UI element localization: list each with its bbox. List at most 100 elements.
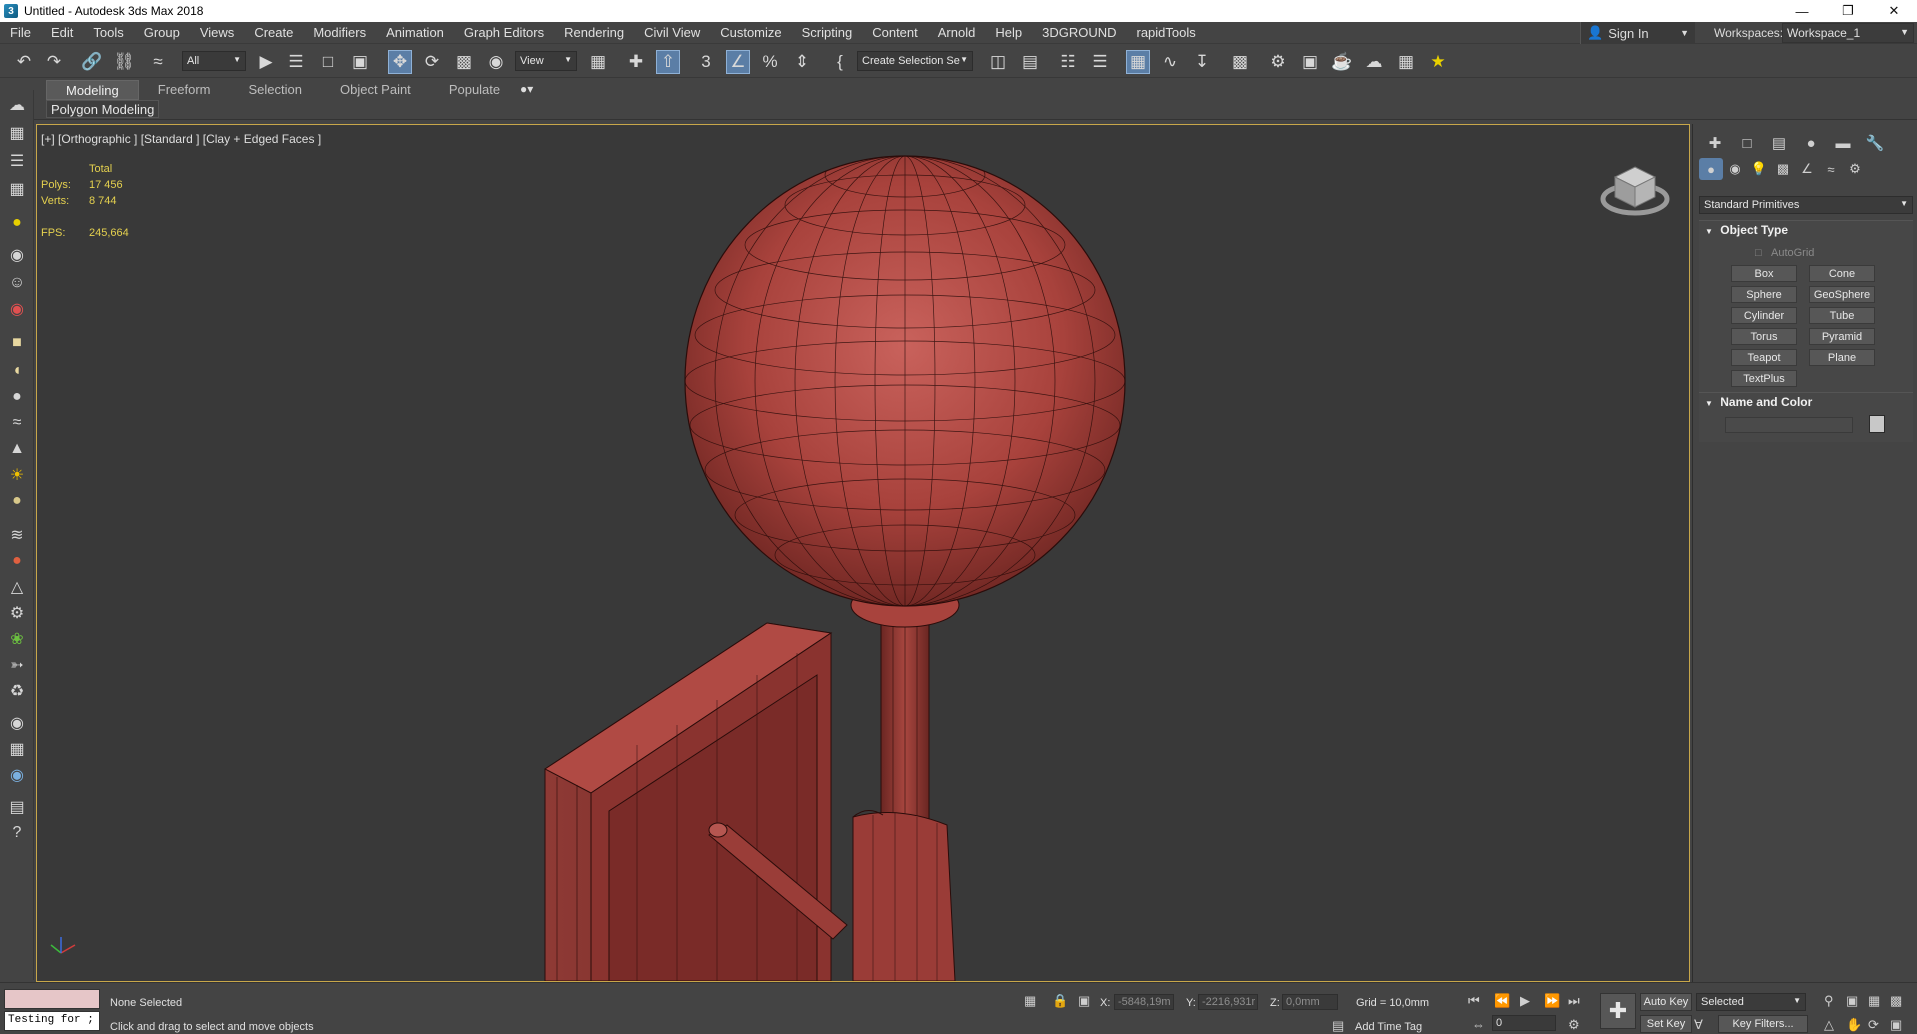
selection-filter-dropdown[interactable]: All ▼ <box>182 51 246 71</box>
undo-icon[interactable]: ↶ <box>12 50 36 74</box>
key-mode-dropdown[interactable]: Selected ▼ <box>1696 993 1806 1011</box>
menu-tools[interactable]: Tools <box>83 25 133 40</box>
menu-arnold[interactable]: Arnold <box>928 25 986 40</box>
layer-manager-icon[interactable]: ☰ <box>4 148 30 174</box>
menu-edit[interactable]: Edit <box>41 25 83 40</box>
systems-icon[interactable]: ⚙ <box>1843 158 1867 180</box>
menu-3dground[interactable]: 3DGROUND <box>1032 25 1126 40</box>
display-tab-icon[interactable]: ▬ <box>1827 132 1859 154</box>
minimize-icon[interactable]: — <box>1779 0 1825 22</box>
menu-rendering[interactable]: Rendering <box>554 25 634 40</box>
angle-snap-icon[interactable]: ∠ <box>726 50 750 74</box>
primitive-category-dropdown[interactable]: Standard Primitives ▼ <box>1699 196 1913 214</box>
material-ball-icon[interactable]: ● <box>4 488 30 514</box>
current-frame-field[interactable]: 0 <box>1492 1015 1556 1031</box>
schematic-view-icon[interactable]: ↧ <box>1190 50 1214 74</box>
pivot-center-icon[interactable]: ▦ <box>586 50 610 74</box>
sun-icon[interactable]: ☀ <box>4 462 30 488</box>
align-icon[interactable]: ▤ <box>1018 50 1042 74</box>
previous-frame-icon[interactable]: ⏪ <box>1494 993 1510 1009</box>
rendered-frame-window-icon[interactable]: ▣ <box>1298 50 1322 74</box>
time-configuration-icon[interactable]: ⚙ <box>1568 1017 1580 1033</box>
material-editor-icon[interactable]: ▩ <box>1228 50 1252 74</box>
next-frame-icon[interactable]: ⏩ <box>1544 993 1560 1009</box>
autogrid-checkbox[interactable]: □ <box>1755 247 1762 259</box>
window-crossing-icon[interactable]: ▣ <box>348 50 372 74</box>
y-coordinate-field[interactable]: -2216,931r <box>1198 994 1258 1010</box>
lights-icon[interactable]: 💡 <box>1747 158 1771 180</box>
sleeve[interactable] <box>852 810 956 981</box>
percent-snap-icon[interactable]: % <box>758 50 782 74</box>
go-to-start-icon[interactable]: ⏮ <box>1468 993 1480 1009</box>
select-object-icon[interactable]: ▶ <box>254 50 278 74</box>
selection-lock-icon[interactable]: 🔒 <box>1052 993 1068 1009</box>
key-mode-toggle-icon[interactable]: ⇔ <box>1472 1017 1485 1032</box>
add-time-tag[interactable]: Add Time Tag <box>1355 1021 1422 1033</box>
render-in-cloud-icon[interactable]: ☁ <box>1362 50 1386 74</box>
place-icon[interactable]: ◉ <box>484 50 508 74</box>
space-warps-icon[interactable]: ≈ <box>1819 158 1843 180</box>
go-to-end-icon[interactable]: ⏭ <box>1568 993 1580 1009</box>
z-coordinate-field[interactable]: 0,0mm <box>1282 994 1338 1010</box>
sign-in-button[interactable]: 👤 Sign In ▼ <box>1580 22 1695 44</box>
set-key-button[interactable]: Set Key <box>1640 1015 1692 1033</box>
absolute-mode-icon[interactable]: ▣ <box>1078 993 1090 1009</box>
menu-customize[interactable]: Customize <box>710 25 791 40</box>
render-setup-icon[interactable]: ⚙ <box>1266 50 1290 74</box>
cameras-icon[interactable]: ▩ <box>1771 158 1795 180</box>
field-of-view-icon[interactable]: △ <box>1824 1017 1834 1033</box>
spiral-icon[interactable]: ♻ <box>4 678 30 704</box>
box-primitive-icon[interactable]: ■ <box>4 330 30 356</box>
time-tag-icon[interactable]: ▤ <box>1332 1018 1344 1034</box>
hemisphere-icon[interactable]: ◖ <box>4 358 30 384</box>
document-icon[interactable]: ▤ <box>4 794 30 820</box>
name-and-color-header[interactable]: ▼ Name and Color <box>1699 393 1913 411</box>
curve-editor-icon[interactable]: ∿ <box>1158 50 1182 74</box>
menu-content[interactable]: Content <box>862 25 928 40</box>
restore-icon[interactable]: ❐ <box>1825 0 1871 22</box>
utilities-tab-icon[interactable]: 🔧 <box>1859 132 1891 154</box>
light-icon[interactable]: ● <box>4 210 30 236</box>
x-coordinate-field[interactable]: -5848,19m <box>1114 994 1174 1010</box>
tube-button[interactable]: Tube <box>1809 307 1875 324</box>
motion-tab-icon[interactable]: ● <box>1795 132 1827 154</box>
toggle-layer-explorer-icon[interactable]: ☰ <box>1088 50 1112 74</box>
hierarchy-tab-icon[interactable]: ▤ <box>1763 132 1795 154</box>
maxscript-listener-output[interactable] <box>4 989 100 1009</box>
spinner-snap-icon[interactable]: ⇕ <box>790 50 814 74</box>
character-icon[interactable]: ☺ <box>4 270 30 296</box>
particle-icon[interactable]: ≋ <box>4 522 30 548</box>
textplus-button[interactable]: TextPlus <box>1731 370 1797 387</box>
menu-rapidtools[interactable]: rapidTools <box>1127 25 1206 40</box>
pyramid-button[interactable]: Pyramid <box>1809 328 1875 345</box>
menu-group[interactable]: Group <box>134 25 190 40</box>
maximize-viewport-icon[interactable]: ▣ <box>1890 1017 1902 1033</box>
create-tab-icon[interactable]: ✚ <box>1699 132 1731 154</box>
menu-scripting[interactable]: Scripting <box>792 25 863 40</box>
foliage-icon[interactable]: ❀ <box>4 626 30 652</box>
grid-icon[interactable]: ▦ <box>4 176 30 202</box>
helpers-icon[interactable]: ∠ <box>1795 158 1819 180</box>
film-icon[interactable]: ◉ <box>4 296 30 322</box>
geometry-icon[interactable]: ● <box>1699 158 1723 180</box>
sphere-primitive-icon[interactable]: ● <box>4 384 30 410</box>
set-key-big-button[interactable]: ✚ <box>1600 993 1636 1029</box>
toggle-ribbon-icon[interactable]: ▦ <box>1126 50 1150 74</box>
cylinder-button[interactable]: Cylinder <box>1731 307 1797 324</box>
scene-explorer-icon[interactable]: ▦ <box>4 120 30 146</box>
key-filters-button[interactable]: Key Filters... <box>1718 1015 1808 1033</box>
render-production-icon[interactable]: ☕ <box>1330 50 1354 74</box>
maxscript-listener-input[interactable]: Testing for ; <box>4 1011 100 1031</box>
mirror-icon[interactable]: ◫ <box>986 50 1010 74</box>
select-manipulate-icon[interactable]: ✚ <box>624 50 648 74</box>
menu-views[interactable]: Views <box>190 25 244 40</box>
key-filter-icon[interactable]: ∀ <box>1694 1017 1703 1033</box>
menu-file[interactable]: File <box>0 25 41 40</box>
perspective-viewport[interactable]: [+] [Orthographic ] [Standard ] [Clay + … <box>36 124 1690 982</box>
snaps-toggle-icon[interactable]: 3 <box>694 50 718 74</box>
bind-space-warp-icon[interactable]: ≈ <box>146 50 170 74</box>
rectangular-selection-icon[interactable]: □ <box>316 50 340 74</box>
gear-icon[interactable]: ⚙ <box>4 600 30 626</box>
pan-icon[interactable]: ✋ <box>1846 1017 1862 1033</box>
hierarchy-icon[interactable]: △ <box>4 574 30 600</box>
